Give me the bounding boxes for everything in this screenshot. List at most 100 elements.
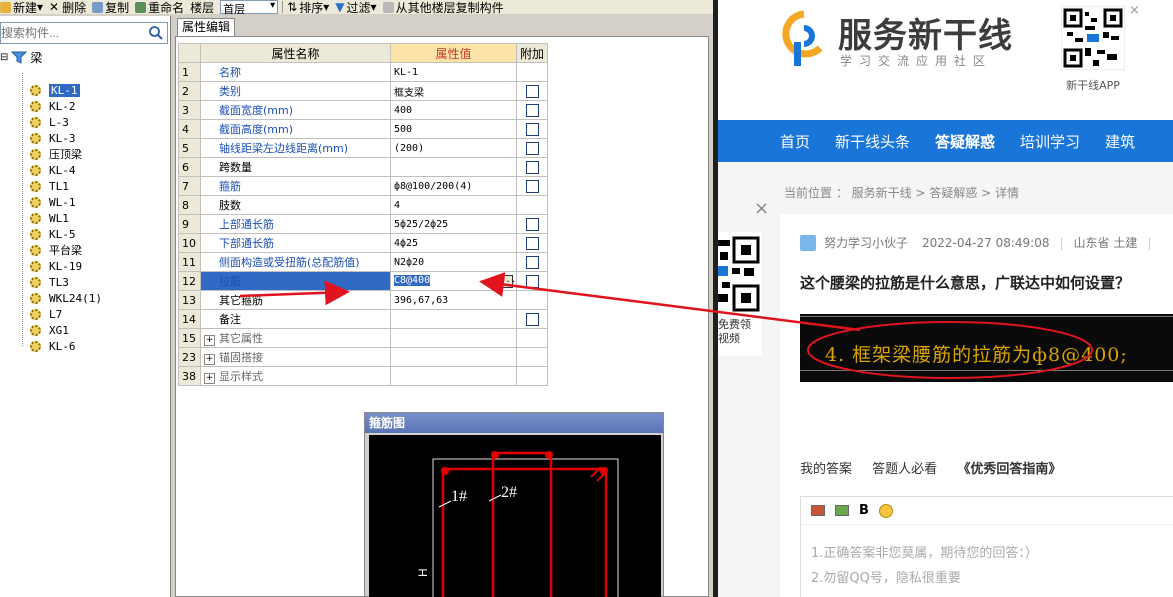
property-row[interactable]: 23 + 锚固搭接 bbox=[178, 347, 549, 367]
property-row[interactable]: 5 轴线距梁左边线距离(mm) (200) bbox=[178, 138, 549, 158]
property-value[interactable] bbox=[390, 157, 517, 177]
close-icon[interactable]: × bbox=[1129, 3, 1140, 18]
nav-headlines[interactable]: 新干线头条 bbox=[835, 131, 910, 152]
property-row[interactable]: 1 名称 KL-1 bbox=[178, 62, 549, 82]
property-row[interactable]: 8 肢数 4 bbox=[178, 195, 549, 215]
tree-item[interactable]: KL-1 bbox=[30, 82, 80, 98]
tree-item[interactable]: L-3 bbox=[30, 114, 69, 130]
nav-construction[interactable]: 建筑 bbox=[1105, 131, 1135, 152]
property-value[interactable]: 框支梁 bbox=[390, 81, 517, 101]
tree-item[interactable]: WL1 bbox=[30, 210, 69, 226]
tree-item[interactable]: KL-5 bbox=[30, 226, 76, 242]
property-value[interactable]: (200) bbox=[390, 138, 517, 158]
property-value-text[interactable]: (200) bbox=[394, 143, 424, 154]
tree-item[interactable]: WL-1 bbox=[30, 194, 76, 210]
property-row[interactable]: 14 备注 bbox=[178, 309, 549, 329]
new-button[interactable]: 新建 ▾ bbox=[0, 0, 43, 16]
property-value-text[interactable]: 4 bbox=[394, 200, 400, 211]
search-box[interactable] bbox=[0, 22, 168, 44]
additional-checkbox[interactable] bbox=[525, 236, 539, 250]
additional-checkbox[interactable] bbox=[525, 217, 539, 231]
site-logo-text[interactable]: 服务新干线 bbox=[838, 8, 1013, 57]
property-row[interactable]: 6 跨数量 bbox=[178, 157, 549, 177]
property-value-text[interactable]: 5ф25/2ф25 bbox=[394, 219, 448, 230]
property-row[interactable]: 9 上部通长筋 5ф25/2ф25 bbox=[178, 214, 549, 234]
copy-from-floor-button[interactable]: 从其他楼层复制构件 bbox=[382, 0, 504, 16]
tab-my-answer[interactable]: 我的答案 bbox=[800, 462, 852, 477]
tree-item[interactable]: XG1 bbox=[30, 322, 69, 338]
filter-button[interactable]: ▼ 过滤 ▾ bbox=[335, 0, 376, 16]
answer-guide-link[interactable]: 《优秀回答指南》 bbox=[957, 462, 1061, 477]
tree-item[interactable]: KL-3 bbox=[30, 130, 76, 146]
question-image[interactable]: 4. 框架梁腰筋的拉筋为ф8@400; bbox=[800, 314, 1173, 382]
tree-item[interactable]: TL1 bbox=[30, 178, 69, 194]
expand-icon[interactable]: + bbox=[204, 335, 215, 346]
property-value[interactable]: 500 bbox=[390, 119, 517, 139]
property-value-text[interactable]: 500 bbox=[394, 124, 412, 135]
additional-checkbox[interactable] bbox=[525, 312, 539, 326]
additional-checkbox[interactable] bbox=[525, 84, 539, 98]
bold-button[interactable]: B bbox=[859, 503, 869, 518]
expand-icon[interactable]: + bbox=[204, 354, 215, 365]
tab-property-edit[interactable]: 属性编辑 bbox=[177, 18, 235, 36]
property-row[interactable]: 2 类别 框支梁 bbox=[178, 81, 549, 101]
tree-item[interactable]: TL3 bbox=[30, 274, 69, 290]
breadcrumb[interactable]: 当前位置 ： 服务新干线 > 答疑解惑 > 详情 bbox=[784, 184, 1019, 201]
tree-root-beam[interactable]: ⊟ 梁 bbox=[0, 49, 42, 65]
property-value[interactable]: 4ф25 bbox=[390, 233, 517, 253]
property-value[interactable]: KL-1 bbox=[390, 62, 517, 82]
property-value[interactable]: 396,67,63 bbox=[390, 290, 517, 310]
property-row[interactable]: 38 + 显示样式 bbox=[178, 366, 549, 386]
emoji-icon[interactable] bbox=[878, 503, 893, 518]
avatar[interactable] bbox=[800, 234, 816, 251]
property-value[interactable]: 4 bbox=[390, 195, 517, 215]
property-row[interactable]: 12 拉筋... C8@400 bbox=[178, 271, 549, 291]
property-value-text[interactable]: C8@400 bbox=[394, 274, 431, 286]
additional-checkbox[interactable] bbox=[525, 274, 539, 288]
tab-must-read[interactable]: 答题人必看 bbox=[872, 462, 937, 477]
image-upload-icon[interactable] bbox=[835, 505, 849, 516]
property-value[interactable] bbox=[390, 347, 517, 367]
ellipsis-button[interactable]: ... bbox=[499, 274, 516, 288]
property-row[interactable]: 13 其它箍筋 396,67,63 bbox=[178, 290, 549, 310]
tree-item[interactable]: 平台梁 bbox=[30, 242, 82, 258]
property-value[interactable]: 5ф25/2ф25 bbox=[390, 214, 517, 234]
property-row[interactable]: 4 截面高度(mm) 500 bbox=[178, 119, 549, 139]
search-input[interactable] bbox=[1, 25, 141, 41]
property-row[interactable]: 7 箍筋 ф8@100/200(4) bbox=[178, 176, 549, 196]
property-row[interactable]: 11 侧面构造或受扭筋(总配筋值) N2ф20 bbox=[178, 252, 549, 272]
collapse-icon[interactable]: ⊟ bbox=[0, 52, 8, 63]
floor-select[interactable]: 首层 bbox=[220, 0, 279, 16]
additional-checkbox[interactable] bbox=[525, 160, 539, 174]
tree-item[interactable]: KL-6 bbox=[30, 338, 76, 354]
image-insert-icon[interactable] bbox=[811, 505, 825, 516]
property-row[interactable]: 15 + 其它属性 bbox=[178, 328, 549, 348]
additional-checkbox[interactable] bbox=[525, 122, 539, 136]
property-value-text[interactable]: KL-1 bbox=[394, 67, 418, 78]
property-value[interactable] bbox=[390, 366, 517, 386]
property-value[interactable] bbox=[390, 309, 517, 329]
property-value-text[interactable]: 框支梁 bbox=[394, 88, 424, 99]
additional-checkbox[interactable] bbox=[525, 255, 539, 269]
additional-checkbox[interactable] bbox=[525, 141, 539, 155]
tree-item[interactable]: 压顶梁 bbox=[30, 146, 82, 162]
property-value-text[interactable]: 4ф25 bbox=[394, 238, 418, 249]
author-name[interactable]: 努力学习小伙子 bbox=[824, 234, 908, 251]
tree-item[interactable]: KL-19 bbox=[30, 258, 82, 274]
property-value-text[interactable]: 396,67,63 bbox=[394, 295, 448, 306]
property-value-text[interactable]: 400 bbox=[394, 105, 412, 116]
tree-item[interactable]: WKL24(1) bbox=[30, 290, 102, 306]
property-value[interactable]: 400 bbox=[390, 100, 517, 120]
property-value[interactable]: N2ф20 bbox=[390, 252, 517, 272]
expand-icon[interactable]: + bbox=[204, 373, 215, 384]
property-value[interactable]: ф8@100/200(4) bbox=[390, 176, 517, 196]
property-value[interactable]: ... C8@400 bbox=[390, 271, 517, 291]
sort-button[interactable]: ⇅ 排序 ▾ bbox=[287, 0, 329, 16]
property-value-text[interactable]: N2ф20 bbox=[394, 257, 424, 268]
ad-close-icon[interactable]: × bbox=[754, 198, 769, 219]
tree-item[interactable]: L7 bbox=[30, 306, 62, 322]
delete-button[interactable]: ✕ 删除 bbox=[49, 0, 86, 16]
property-row[interactable]: 3 截面宽度(mm) 400 bbox=[178, 100, 549, 120]
property-value[interactable] bbox=[390, 328, 517, 348]
nav-qa[interactable]: 答疑解惑 bbox=[935, 131, 995, 152]
